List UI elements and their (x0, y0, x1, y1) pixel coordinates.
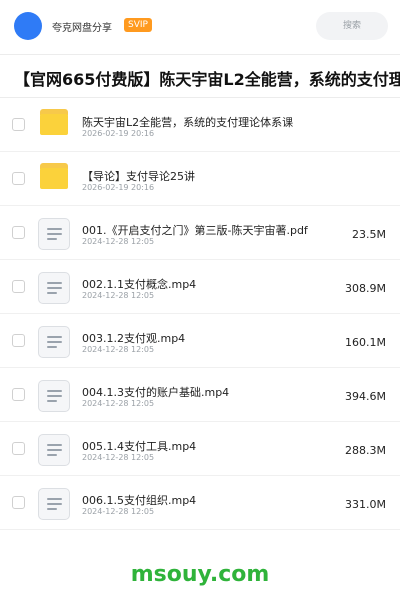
folder-icon (40, 109, 68, 135)
file-row[interactable]: 005.1.4支付工具.mp4 2024-12-28 12:05 288.3M (0, 422, 400, 476)
document-icon (38, 380, 70, 412)
file-date: 2024-12-28 12:05 (82, 399, 155, 408)
file-date: 2024-12-28 12:05 (82, 291, 155, 300)
select-checkbox[interactable] (12, 496, 25, 509)
document-icon (38, 218, 70, 250)
file-size: 160.1M (345, 336, 386, 349)
select-checkbox[interactable] (12, 226, 25, 239)
file-date: 2024-12-28 12:05 (82, 507, 155, 516)
file-row[interactable]: 002.1.1支付概念.mp4 2024-12-28 12:05 308.9M (0, 260, 400, 314)
select-checkbox[interactable] (12, 118, 25, 131)
file-name: 006.1.5支付组织.mp4 (82, 494, 197, 507)
search-button[interactable]: 搜索 (316, 12, 388, 40)
file-name: 【导论】支付导论25讲 (82, 170, 195, 183)
file-row[interactable]: 001.《开启支付之门》第三版-陈天宇宙著.pdf 2024-12-28 12:0… (0, 206, 400, 260)
file-size: 308.9M (345, 282, 386, 295)
file-name: 002.1.1支付概念.mp4 (82, 278, 197, 291)
file-name: 003.1.2支付观.mp4 (82, 332, 186, 345)
folder-title-bar: 【官网665付费版】陈天宇宙L2全能营，系统的支付理论体 (0, 54, 400, 98)
file-size: 288.3M (345, 444, 386, 457)
file-date: 2024-12-28 12:05 (82, 453, 155, 462)
select-checkbox[interactable] (12, 172, 25, 185)
document-icon (38, 434, 70, 466)
file-row[interactable]: 006.1.5支付组织.mp4 2024-12-28 12:05 331.0M (0, 476, 400, 530)
folder-icon (40, 163, 68, 189)
file-date: 2024-12-28 12:05 (82, 237, 155, 246)
document-icon (38, 488, 70, 520)
select-checkbox[interactable] (12, 280, 25, 293)
file-size: 331.0M (345, 498, 386, 511)
file-row[interactable]: 003.1.2支付观.mp4 2024-12-28 12:05 160.1M (0, 314, 400, 368)
file-name: 001.《开启支付之门》第三版-陈天宇宙著.pdf (82, 224, 308, 237)
file-date: 2026-02-19 20:16 (82, 183, 155, 192)
avatar[interactable] (14, 12, 42, 40)
select-checkbox[interactable] (12, 442, 25, 455)
file-date: 2024-12-28 12:05 (82, 345, 155, 354)
watermark: msouy.com (130, 562, 270, 587)
svip-badge: SVIP (124, 18, 152, 32)
file-row[interactable]: 【导论】支付导论25讲 2026-02-19 20:16 (0, 152, 400, 206)
file-name: 陈天宇宙L2全能营，系统的支付理论体系课 (82, 116, 294, 129)
page-title: 【官网665付费版】陈天宇宙L2全能营，系统的支付理论体 (14, 70, 400, 89)
share-title: 夸克网盘分享 (52, 23, 112, 34)
file-name: 005.1.4支付工具.mp4 (82, 440, 197, 453)
file-name: 004.1.3支付的账户基础.mp4 (82, 386, 230, 399)
file-size: 23.5M (352, 228, 386, 241)
select-checkbox[interactable] (12, 334, 25, 347)
document-icon (38, 326, 70, 358)
file-date: 2026-02-19 20:16 (82, 129, 155, 138)
file-list: 陈天宇宙L2全能营，系统的支付理论体系课 2026-02-19 20:16 【导论】… (0, 98, 400, 530)
document-icon (38, 272, 70, 304)
file-row[interactable]: 004.1.3支付的账户基础.mp4 2024-12-28 12:05 394.6M (0, 368, 400, 422)
file-size: 394.6M (345, 390, 386, 403)
file-row[interactable]: 陈天宇宙L2全能营，系统的支付理论体系课 2026-02-19 20:16 (0, 98, 400, 152)
select-checkbox[interactable] (12, 388, 25, 401)
header: 夸克网盘分享 SVIP 搜索 (0, 0, 400, 54)
